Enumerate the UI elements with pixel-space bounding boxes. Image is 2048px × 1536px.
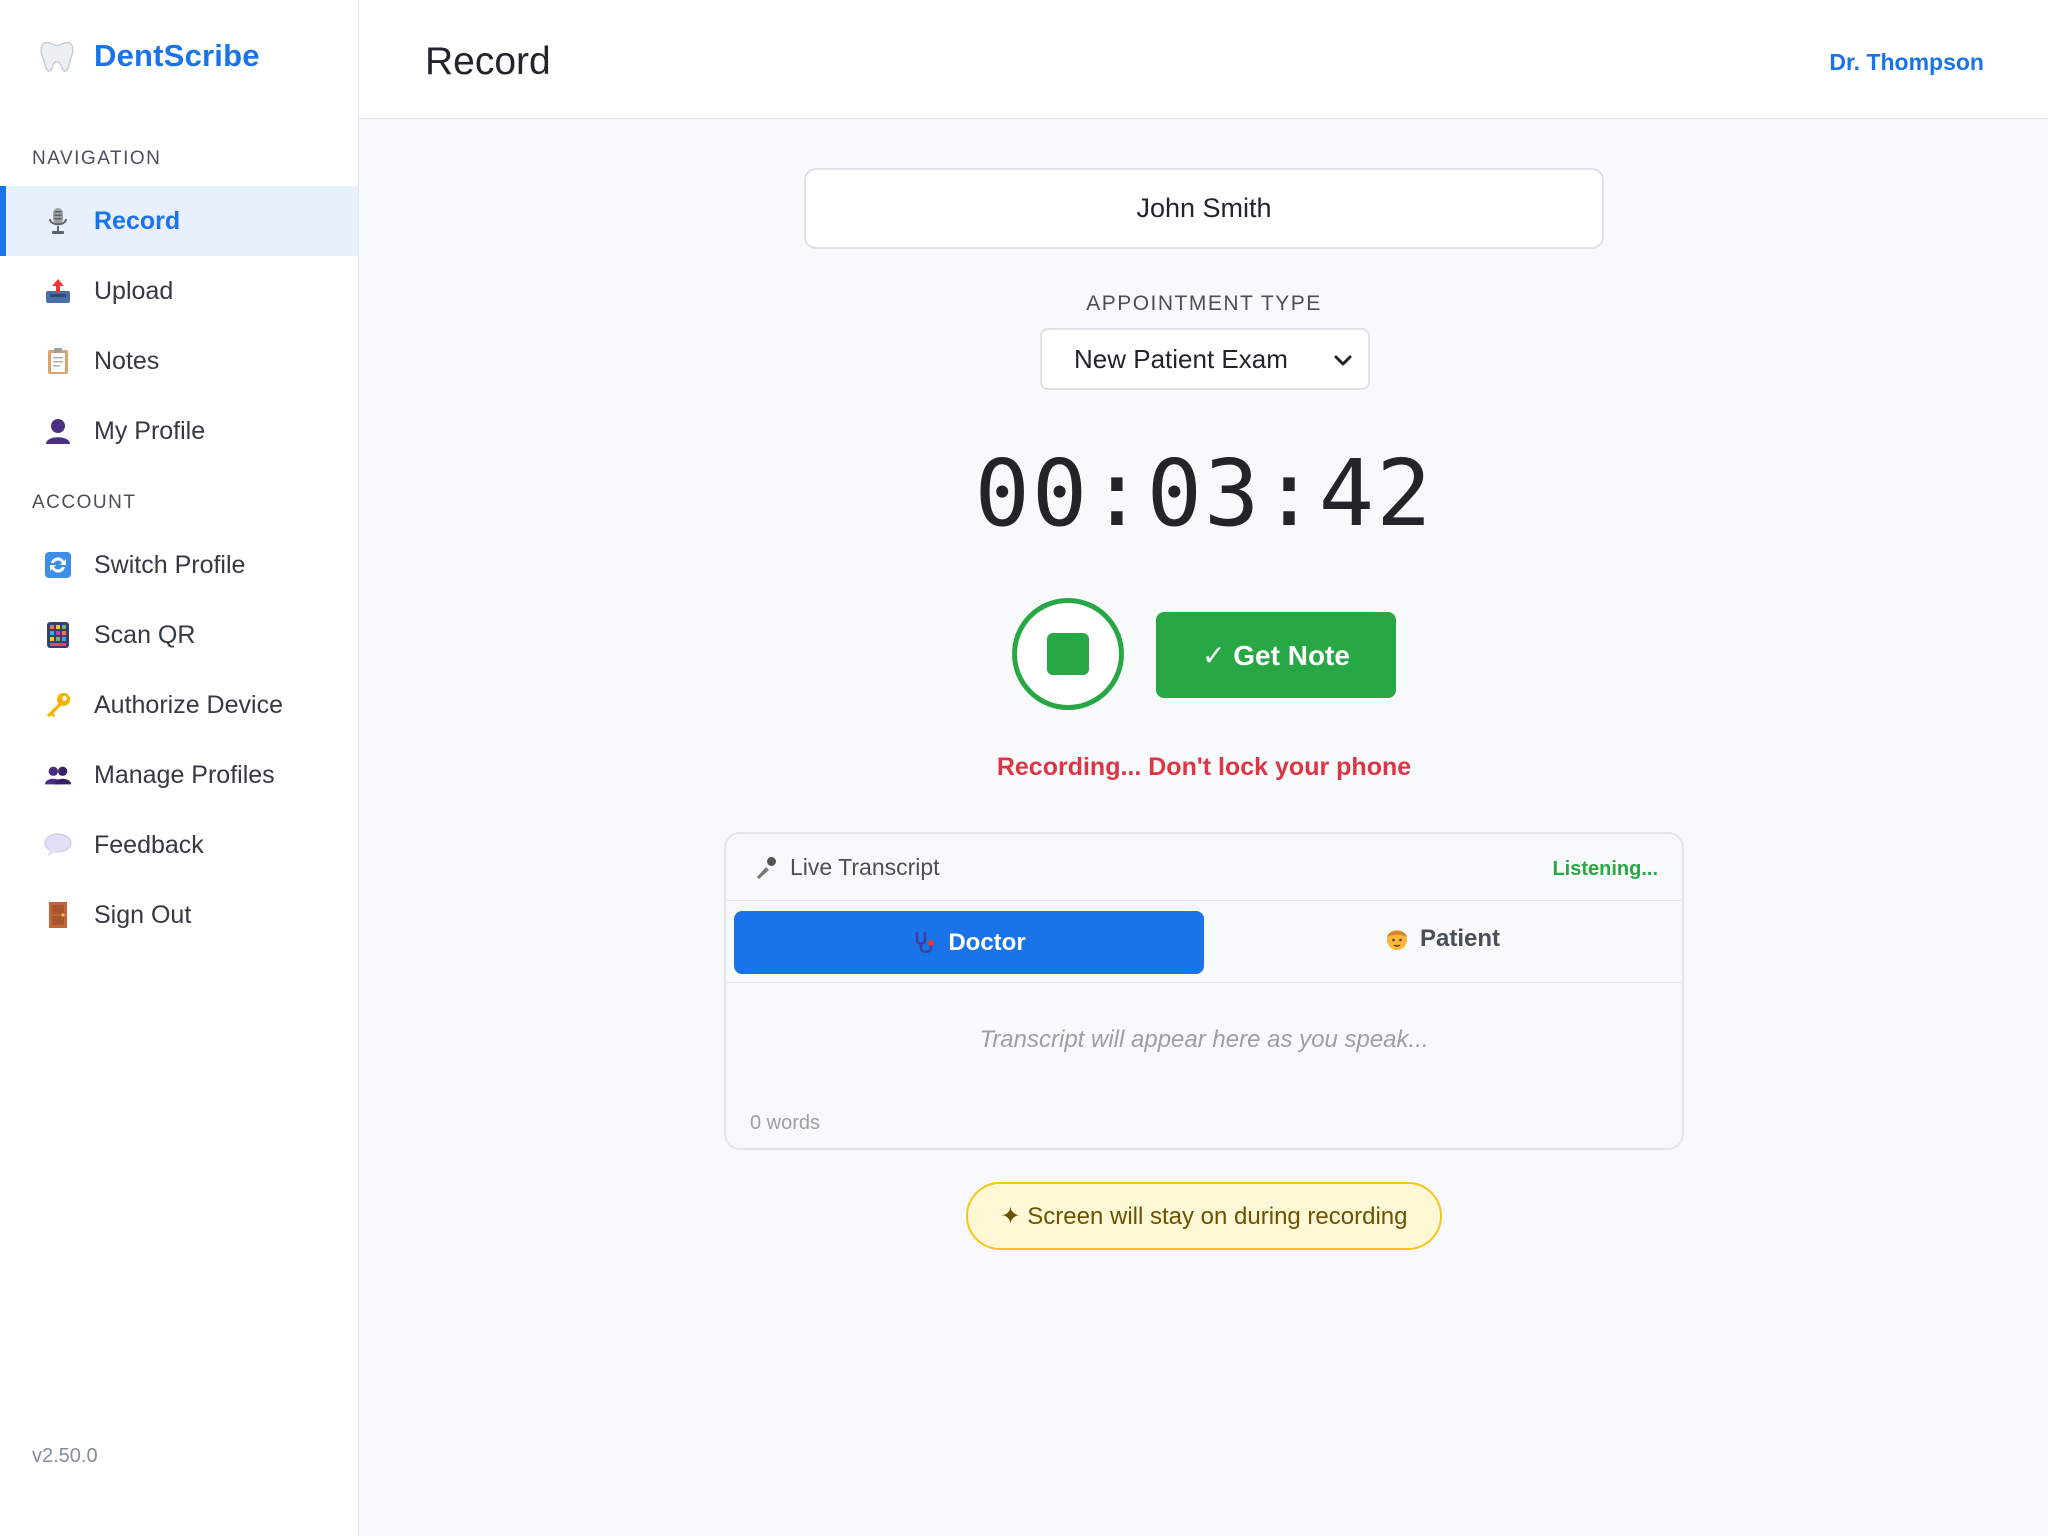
sidebar-item-upload[interactable]: Upload [0, 256, 358, 326]
brand[interactable]: DentScribe [38, 36, 260, 76]
transcript-title-label: Live Transcript [790, 854, 940, 880]
sidebar-item-manage-profiles[interactable]: Manage Profiles [0, 740, 358, 810]
user-icon [44, 417, 72, 445]
account-section-label: ACCOUNT [32, 492, 137, 513]
patient-name: John Smith [1136, 193, 1272, 223]
get-note-button[interactable]: ✓ Get Note [1156, 612, 1396, 698]
sidebar-item-sign-out[interactable]: Sign Out [0, 880, 358, 950]
qr-scanner-icon [44, 621, 72, 649]
appointment-type-select[interactable]: New Patient Exam [1040, 328, 1370, 390]
upload-tray-icon [44, 277, 72, 305]
transcript-placeholder: Transcript will appear here as you speak… [979, 1026, 1429, 1053]
transcript-header: Live Transcript Listening... [726, 834, 1682, 901]
recording-timer: 00:03:42 [974, 440, 1434, 547]
transcript-status: Listening... [1552, 858, 1658, 880]
sidebar-item-label: Switch Profile [94, 550, 246, 579]
sidebar-item-label: Sign Out [94, 900, 192, 929]
stethoscope-icon [916, 931, 935, 953]
sidebar-item-record[interactable]: Record [0, 186, 358, 256]
sidebar-item-feedback[interactable]: Feedback [0, 810, 358, 880]
nav-section-label: NAVIGATION [32, 148, 162, 169]
sidebar-item-my-profile[interactable]: My Profile [0, 396, 358, 466]
sidebar-item-label: Authorize Device [94, 690, 283, 719]
page-title: Record [425, 40, 551, 83]
sidebar-item-label: Notes [94, 346, 160, 375]
screen-awake-notice: ✦ Screen will stay on during recording [966, 1182, 1442, 1250]
sidebar-item-label: Feedback [94, 830, 204, 859]
patient-name-field[interactable]: John Smith [804, 168, 1604, 249]
tab-patient-label: Patient [1419, 924, 1500, 952]
switch-arrows-icon [44, 551, 72, 579]
sidebar-item-label: Record [94, 206, 181, 235]
tooth-icon [40, 41, 74, 72]
user-name-link[interactable]: Dr. Thompson [1829, 49, 1984, 76]
key-icon [44, 691, 72, 719]
recording-status: Recording... Don't lock your phone [996, 753, 1412, 781]
live-transcript-panel: Live Transcript Listening... Doctor Pati… [724, 832, 1684, 1150]
top-header: Record Dr. Thompson [359, 0, 2048, 119]
app-version: v2.50.0 [32, 1445, 98, 1467]
appointment-type-value: New Patient Exam [1074, 343, 1288, 374]
sidebar-item-scan-qr[interactable]: Scan QR [0, 600, 358, 670]
users-icon [44, 761, 72, 789]
sidebar-item-label: Upload [94, 276, 174, 305]
tab-patient[interactable]: Patient [1206, 911, 1678, 966]
sidebar-item-label: My Profile [94, 416, 206, 445]
brand-name: DentScribe [94, 38, 260, 73]
account-list: Switch Profile Scan QR Authorize Device … [0, 530, 358, 950]
sidebar: DentScribe NAVIGATION Record Upload Note… [0, 0, 359, 1536]
chevron-down-icon [1334, 355, 1352, 366]
nav-list: Record Upload Notes My Profile [0, 186, 358, 466]
speaker-tabs: Doctor Patient [726, 902, 1682, 983]
stop-icon [1047, 633, 1089, 675]
transcript-title: Live Transcript [754, 854, 940, 881]
sidebar-item-label: Manage Profiles [94, 760, 275, 789]
appointment-type-label: APPOINTMENT TYPE [1086, 292, 1322, 315]
patient-face-icon [1386, 929, 1407, 950]
clipboard-icon [44, 347, 72, 375]
stop-recording-button[interactable] [1012, 598, 1124, 710]
sidebar-item-switch-profile[interactable]: Switch Profile [0, 530, 358, 600]
speech-bubble-icon [44, 831, 72, 859]
tab-doctor[interactable]: Doctor [734, 911, 1204, 974]
sidebar-item-label: Scan QR [94, 620, 196, 649]
microphone-icon [757, 856, 776, 879]
door-icon [44, 901, 72, 929]
word-count: 0 words [750, 1112, 821, 1134]
tab-doctor-label: Doctor [948, 928, 1026, 956]
sidebar-item-authorize-device[interactable]: Authorize Device [0, 670, 358, 740]
sidebar-item-notes[interactable]: Notes [0, 326, 358, 396]
microphone-icon [44, 207, 72, 235]
